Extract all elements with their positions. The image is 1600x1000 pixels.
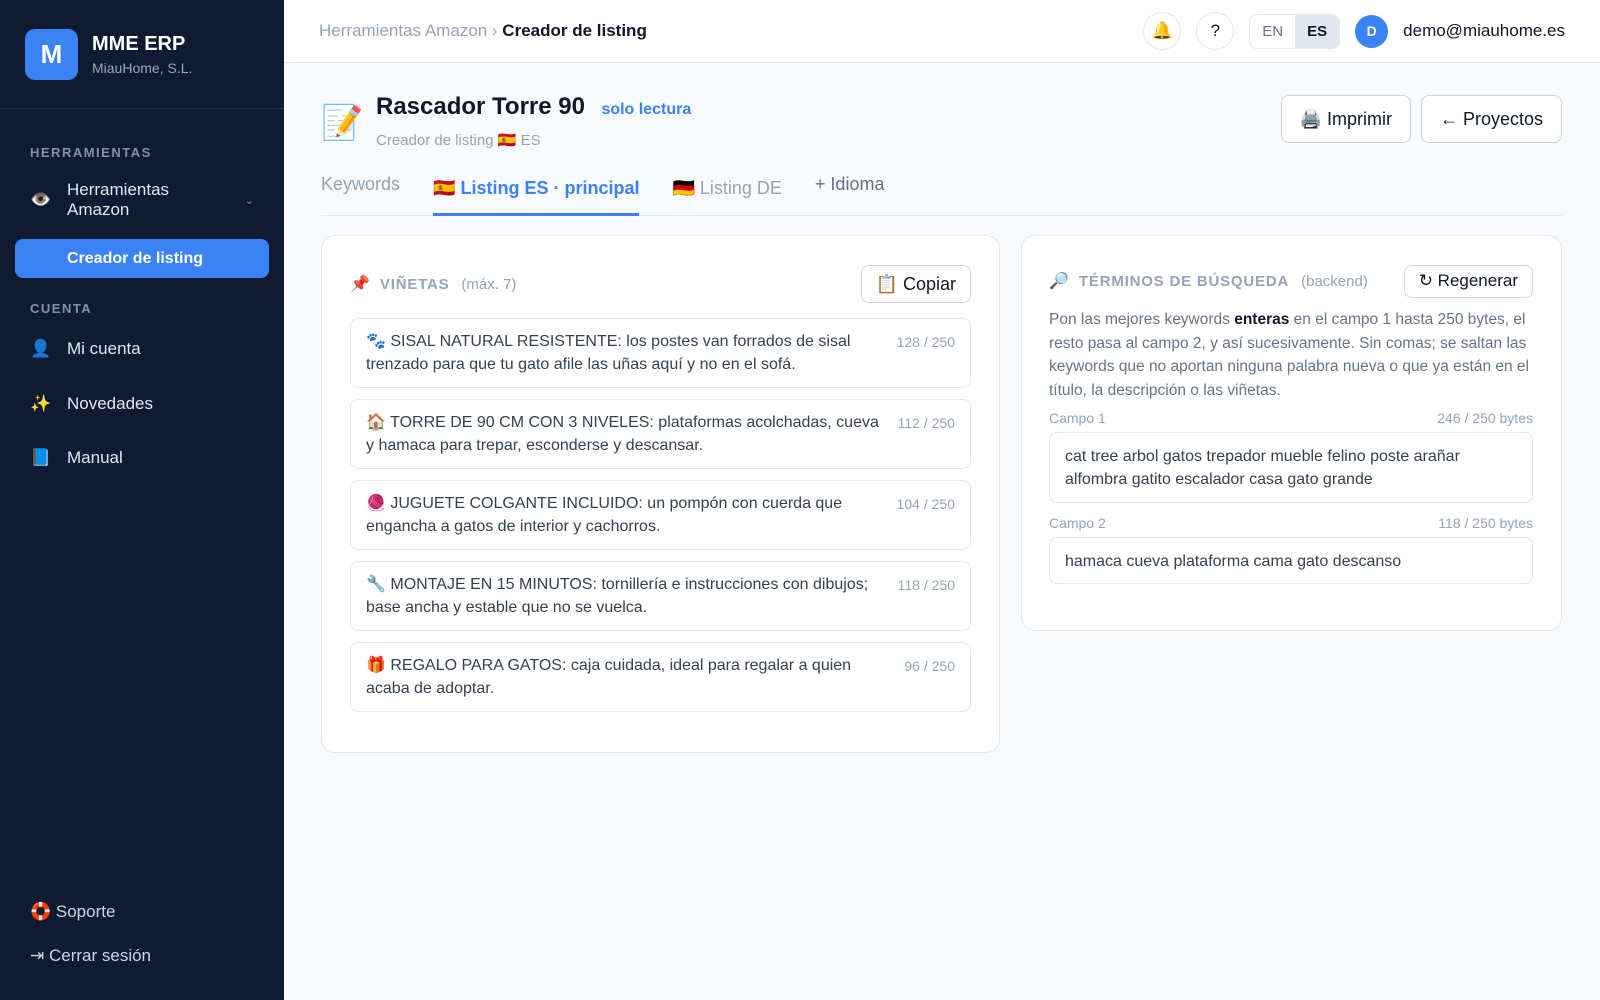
help-icon: ? <box>1210 21 1221 40</box>
page-title: Rascador Torre 90 <box>376 93 585 120</box>
bullets-title: VIÑETAS <box>379 275 450 293</box>
bullet-text: 🐾 SISAL NATURAL RESISTENTE: los postes v… <box>366 333 851 373</box>
breadcrumb-current: Creador de listing <box>502 21 647 40</box>
pushpin-icon: 📌 <box>350 276 370 293</box>
list-item[interactable]: 🎁 REGALO PARA GATOS: caja cuidada, ideal… <box>350 642 971 712</box>
char-count: 118 / 250 <box>897 577 955 593</box>
sidebar-item-label: Mi cuenta <box>67 339 141 358</box>
sidebar-item-label: Novedades <box>67 393 154 413</box>
tab-listing-de[interactable]: 🇩🇪 Listing DE <box>672 170 781 216</box>
chevron-down-icon[interactable]: ⌄ <box>245 194 254 207</box>
bullet-text: 🎁 REGALO PARA GATOS: caja cuidada, ideal… <box>366 657 852 697</box>
search-terms-title: TÉRMINOS DE BÚSQUEDA <box>1078 272 1290 290</box>
magnifier-icon: 🔎 <box>1049 273 1069 290</box>
char-count: 104 / 250 <box>896 496 955 512</box>
notifications-button[interactable]: 🔔 <box>1143 12 1182 50</box>
topbar: Herramientas Amazon › Creador de listing… <box>284 0 1600 63</box>
field-2-input[interactable]: hamaca cueva plataforma cama gato descan… <box>1049 537 1533 584</box>
book-icon: 📘 <box>30 448 52 467</box>
avatar[interactable]: D <box>1355 14 1389 48</box>
char-count: 112 / 250 <box>897 415 955 431</box>
lang-es-button[interactable]: ES <box>1295 14 1340 48</box>
sidebar-item-amazon-tools[interactable]: 👁️ Herramientas Amazon ⌄ <box>0 174 284 226</box>
user-icon: 👤 <box>30 339 52 358</box>
brand-name: MME ERP <box>92 32 186 55</box>
field-2-bytes: 118 / 250 bytes <box>1438 515 1533 531</box>
field-1-input[interactable]: cat tree arbol gatos trepador mueble fel… <box>1049 432 1533 503</box>
eye-icon: 👁️ <box>30 190 52 209</box>
sidebar-item-news[interactable]: ✨ Novedades <box>0 376 284 431</box>
breadcrumb: Herramientas Amazon › Creador de listing <box>319 21 647 41</box>
field-1-bytes: 246 / 250 bytes <box>1437 410 1533 426</box>
regenerate-button[interactable]: ↻ Regenerar <box>1403 264 1533 298</box>
search-terms-description: Pon las mejores keywords enteras en el c… <box>1049 311 1529 399</box>
help-button[interactable]: ? <box>1196 12 1235 50</box>
tab-bar: Keywords 🇪🇸 Listing ES · principal 🇩🇪 Li… <box>321 170 1562 216</box>
bullet-text: 🏠 TORRE DE 90 CM CON 3 NIVELES: platafor… <box>366 414 879 454</box>
support-link[interactable]: 🛟 Soporte <box>30 890 151 934</box>
logo: M <box>25 28 78 80</box>
list-item[interactable]: 🏠 TORRE DE 90 CM CON 3 NIVELES: platafor… <box>350 399 971 469</box>
memo-icon: 📝 <box>321 104 364 142</box>
lang-en-button[interactable]: EN <box>1250 15 1295 48</box>
search-terms-hint: (backend) <box>1301 272 1368 290</box>
print-button[interactable]: 🖨️ Imprimir <box>1280 95 1411 143</box>
list-item[interactable]: 🔧 MONTAJE EN 15 MINUTOS: tornillería e i… <box>350 561 971 631</box>
bullet-text: 🔧 MONTAJE EN 15 MINUTOS: tornillería e i… <box>366 576 869 616</box>
sidebar-item-listing-creator[interactable]: Creador de listing <box>15 239 269 278</box>
tab-add-language[interactable]: + Idioma <box>815 170 885 216</box>
bullets-card: 📌 VIÑETAS (máx. 7) 📋 Copiar 🐾 SISAL NATU… <box>321 235 1000 753</box>
sidebar-item-manual[interactable]: 📘 Manual <box>0 431 284 485</box>
sidebar-item-label: Manual <box>67 448 123 467</box>
sparkles-icon: ✨ <box>30 393 52 413</box>
char-count: 96 / 250 <box>904 658 955 674</box>
field-1-label: Campo 1 <box>1049 410 1106 426</box>
list-item[interactable]: 🐾 SISAL NATURAL RESISTENTE: los postes v… <box>350 318 971 388</box>
sidebar-item-label: Herramientas Amazon <box>67 180 170 219</box>
tab-listing-es[interactable]: 🇪🇸 Listing ES · principal <box>433 170 640 216</box>
list-item[interactable]: 🧶 JUGUETE COLGANTE INCLUIDO: un pompón c… <box>350 480 971 550</box>
user-email[interactable]: demo@miauhome.es <box>1403 21 1565 41</box>
char-count: 128 / 250 <box>896 334 955 350</box>
page-subtitle: Creador de listing 🇪🇸 ES <box>376 132 541 149</box>
bullet-text: 🧶 JUGUETE COLGANTE INCLUIDO: un pompón c… <box>366 495 843 535</box>
section-label-tools: HERRAMIENTAS <box>30 145 152 160</box>
page-header: 📝 Rascador Torre 90 solo lectura Creador… <box>321 63 1562 151</box>
field-2-label: Campo 2 <box>1049 515 1106 531</box>
search-terms-card: 🔎 TÉRMINOS DE BÚSQUEDA (backend) ↻ Regen… <box>1021 235 1562 631</box>
language-switcher: EN ES <box>1249 13 1341 49</box>
bell-icon: 🔔 <box>1151 21 1173 40</box>
copy-button[interactable]: 📋 Copiar <box>860 265 971 303</box>
sidebar-item-my-account[interactable]: 👤 Mi cuenta <box>0 322 284 376</box>
brand-company: MiauHome, S.L. <box>92 59 193 76</box>
sidebar: M MME ERP MiauHome, S.L. HERRAMIENTAS 👁️… <box>0 0 284 1000</box>
bullets-list: 🐾 SISAL NATURAL RESISTENTE: los postes v… <box>350 318 971 712</box>
breadcrumb-separator: › <box>487 21 503 40</box>
readonly-badge: solo lectura <box>601 101 692 118</box>
brand[interactable]: M MME ERP MiauHome, S.L. <box>0 0 284 109</box>
section-label-account: CUENTA <box>30 301 93 316</box>
tab-keywords[interactable]: Keywords <box>321 170 400 216</box>
bullets-hint: (máx. 7) <box>461 275 517 293</box>
breadcrumb-parent[interactable]: Herramientas Amazon <box>319 21 487 40</box>
projects-button[interactable]: ← Proyectos <box>1420 95 1562 143</box>
logout-link[interactable]: ⇥ Cerrar sesión <box>30 934 151 978</box>
